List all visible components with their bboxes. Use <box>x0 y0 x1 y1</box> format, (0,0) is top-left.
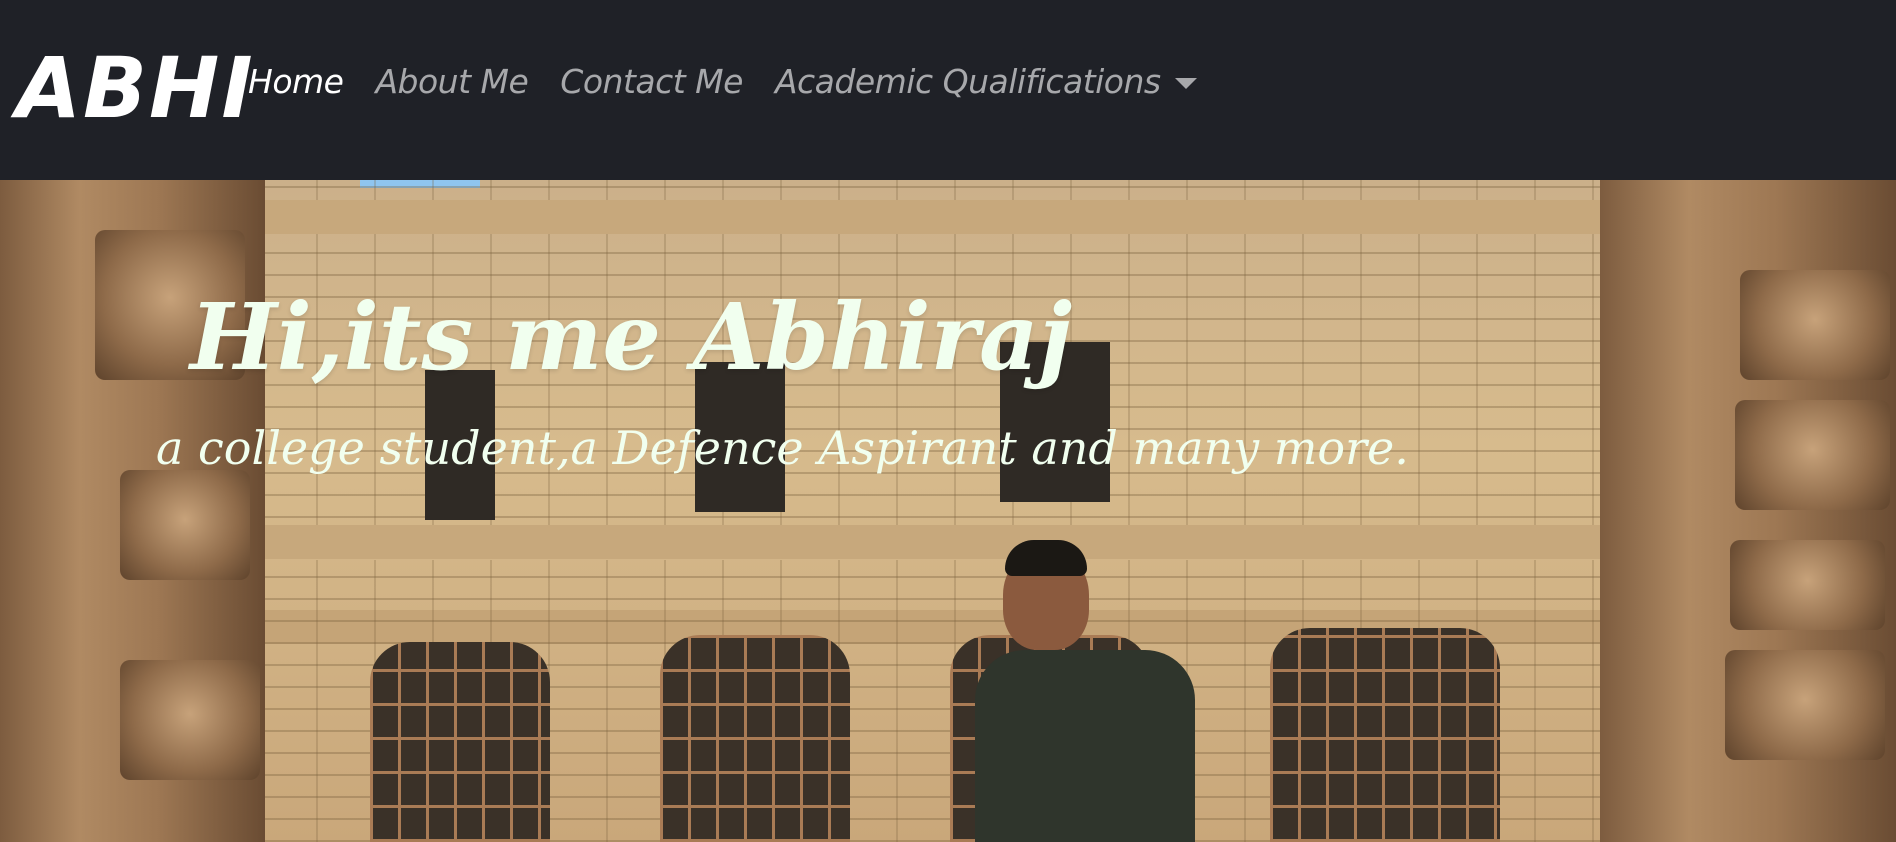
left-pillar-carving-3 <box>120 660 260 780</box>
brand-logo[interactable]: ABHI <box>16 38 255 138</box>
nav-academic-qualifications-dropdown[interactable]: Academic Qualifications <box>775 62 1197 101</box>
left-pillar-carving-2 <box>120 470 250 580</box>
right-pillar-carving-1 <box>1740 270 1890 380</box>
lower-grill-4 <box>1270 628 1500 842</box>
person-photo-hair <box>1005 540 1087 576</box>
hero-section: Hi,its me Abhiraj a college student,a De… <box>0 180 1896 842</box>
lower-grill-1 <box>370 642 550 842</box>
right-pillar-carving-3 <box>1730 540 1885 630</box>
nav-academic-qualifications-label: Academic Qualifications <box>774 62 1161 101</box>
chevron-down-icon <box>1174 78 1197 89</box>
nav-contact-me[interactable]: Contact Me <box>560 62 743 101</box>
person-photo-body <box>975 650 1195 842</box>
nav-links: Home About Me Contact Me Academic Qualif… <box>248 62 1197 101</box>
stone-ledge-upper <box>200 200 1696 234</box>
stone-ledge-middle <box>200 525 1696 559</box>
right-pillar-carving-4 <box>1725 650 1885 760</box>
navbar: ABHI Home About Me Contact Me Academic Q… <box>0 0 1896 180</box>
right-pillar-carving-2 <box>1735 400 1890 510</box>
hero-title: Hi,its me Abhiraj <box>190 283 1072 391</box>
lower-grill-2 <box>660 635 850 842</box>
hero-subtitle: a college student,a Defence Aspirant and… <box>156 421 1409 475</box>
nav-home[interactable]: Home <box>248 62 344 101</box>
nav-about-me[interactable]: About Me <box>375 62 528 101</box>
